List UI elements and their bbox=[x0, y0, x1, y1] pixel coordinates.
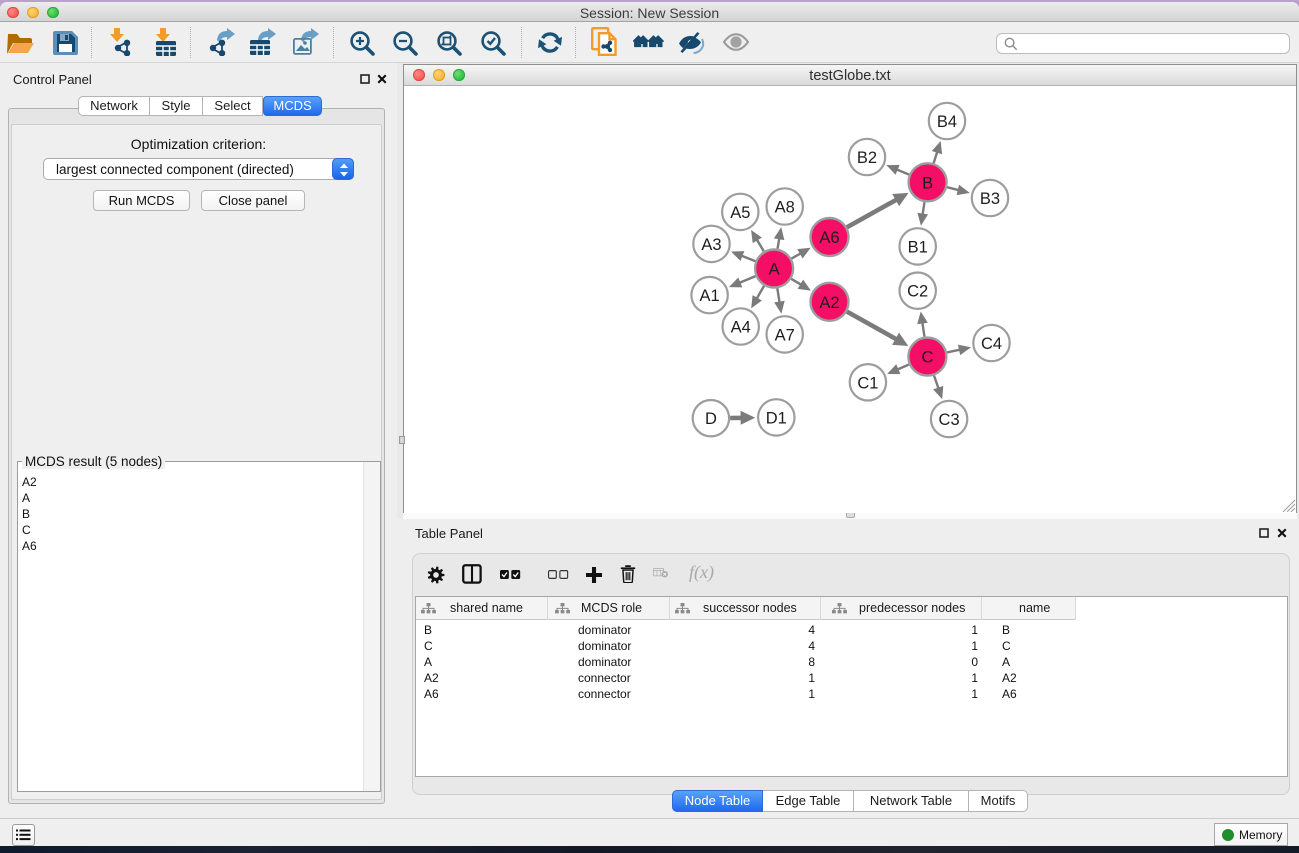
svg-text:B3: B3 bbox=[980, 190, 1000, 208]
svg-text:C1: C1 bbox=[857, 374, 878, 392]
svg-text:A2: A2 bbox=[819, 294, 839, 312]
svg-text:C: C bbox=[921, 349, 933, 367]
svg-text:A: A bbox=[769, 261, 780, 279]
svg-text:A3: A3 bbox=[701, 236, 721, 254]
svg-text:A4: A4 bbox=[731, 319, 751, 337]
svg-text:A6: A6 bbox=[819, 229, 839, 247]
svg-text:D1: D1 bbox=[766, 409, 787, 427]
svg-text:A8: A8 bbox=[775, 199, 795, 217]
svg-text:B4: B4 bbox=[937, 113, 957, 131]
svg-text:C4: C4 bbox=[981, 335, 1002, 353]
svg-text:A1: A1 bbox=[700, 287, 720, 305]
svg-text:B2: B2 bbox=[857, 149, 877, 167]
svg-text:B1: B1 bbox=[908, 238, 928, 256]
svg-text:B: B bbox=[922, 174, 933, 192]
svg-text:C2: C2 bbox=[907, 283, 928, 301]
svg-text:A7: A7 bbox=[775, 326, 795, 344]
svg-text:D: D bbox=[705, 410, 717, 428]
svg-text:C3: C3 bbox=[939, 411, 960, 429]
svg-text:A5: A5 bbox=[730, 204, 750, 222]
